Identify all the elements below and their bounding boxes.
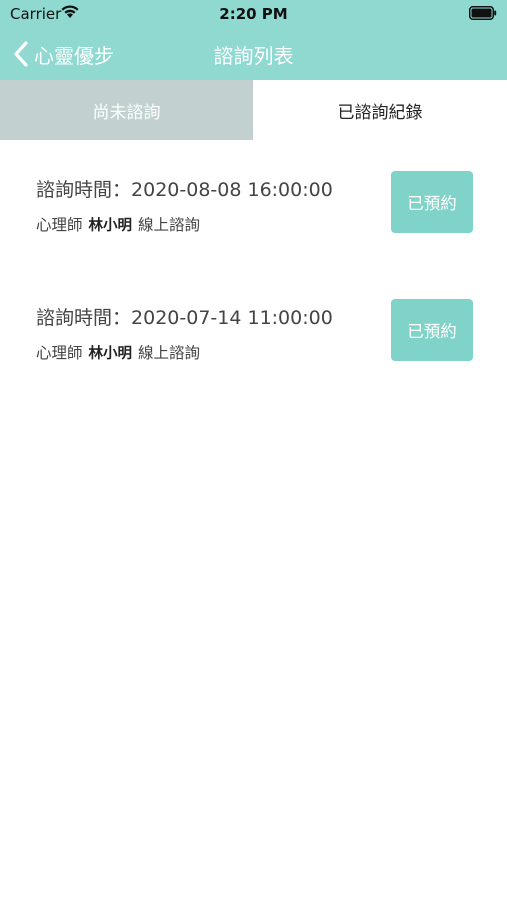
clock: 2:20 PM: [219, 5, 288, 23]
header: Carrier 2:20 PM 心靈優步 諮詢列表: [0, 0, 507, 80]
reserved-button[interactable]: 已預約: [391, 171, 473, 233]
nav-bar: 心靈優步 諮詢列表: [0, 28, 507, 80]
status-bar: Carrier 2:20 PM: [0, 0, 507, 28]
counselor-name: 林小明: [88, 346, 133, 362]
tab-pending[interactable]: 尚未諮詢: [0, 80, 253, 140]
consult-meta: 心理師 林小明 線上諮詢: [36, 213, 200, 235]
consult-time-label: 諮詢時間：: [36, 179, 132, 201]
consult-meta: 心理師 林小明 線上諮詢: [36, 341, 200, 363]
consult-mode: 線上諮詢: [138, 344, 201, 362]
consult-time-label: 諮詢時間：: [36, 307, 132, 329]
tab-bar: 尚未諮詢 已諮詢紀錄: [0, 80, 507, 140]
list-item: 諮詢時間：2020-07-14 11:00:00 心理師 林小明 線上諮詢 已預約: [0, 299, 507, 393]
counselor-role: 心理師: [36, 216, 83, 234]
counselor-role: 心理師: [36, 344, 83, 362]
battery-icon: [469, 6, 497, 20]
page-title: 諮詢列表: [213, 44, 294, 68]
counselor-name: 林小明: [88, 218, 133, 234]
reserved-button[interactable]: 已預約: [391, 299, 473, 361]
tab-history[interactable]: 已諮詢紀錄: [253, 80, 507, 140]
consult-time-value: 2020-08-08 16:00:00: [131, 179, 333, 201]
consult-time: 諮詢時間：2020-08-08 16:00:00: [36, 175, 333, 202]
list-item: 諮詢時間：2020-08-08 16:00:00 心理師 林小明 線上諮詢 已預約: [0, 171, 507, 265]
consult-time: 諮詢時間：2020-07-14 11:00:00: [36, 303, 333, 330]
consult-time-value: 2020-07-14 11:00:00: [131, 307, 333, 329]
consult-mode: 線上諮詢: [138, 216, 201, 234]
